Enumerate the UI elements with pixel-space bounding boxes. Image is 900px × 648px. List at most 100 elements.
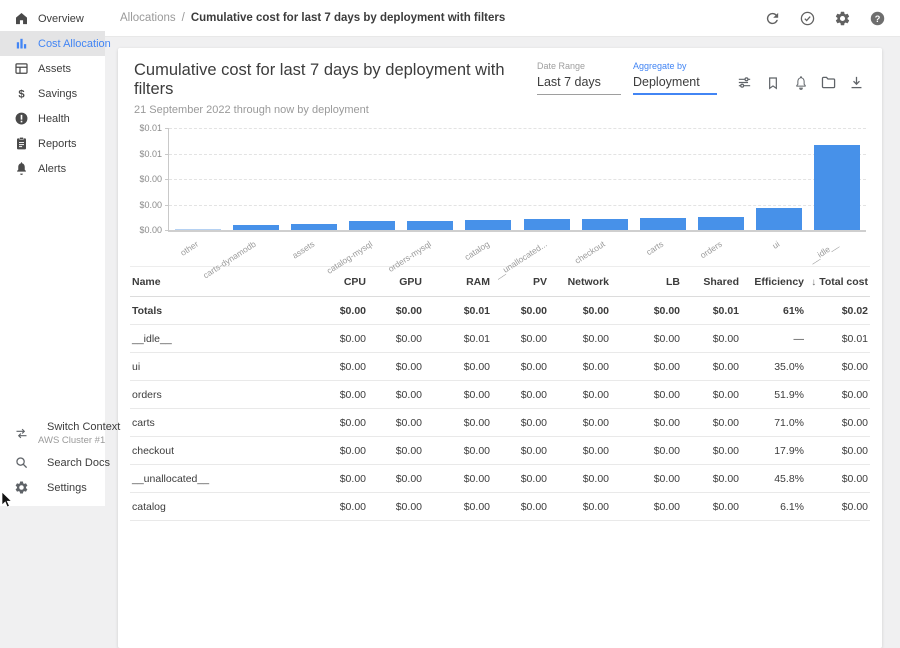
column-header-network[interactable]: Network [549,267,611,297]
bell-icon[interactable] [791,73,810,92]
page-title: Cumulative cost for last 7 days by deplo… [134,61,537,99]
cell-ram: $0.00 [424,465,492,493]
aggregate-by-value[interactable]: Deployment [633,71,717,95]
cell-gpu: $0.00 [368,493,424,521]
column-header-efficiency[interactable]: Efficiency [741,267,806,297]
refresh-icon[interactable] [763,9,781,27]
sidebar-item-label: Search Docs [47,457,110,469]
column-header-lb[interactable]: LB [611,267,682,297]
table-row-orders[interactable]: orders$0.00$0.00$0.00$0.00$0.00$0.00$0.0… [130,381,870,409]
breadcrumb-section[interactable]: Allocations [120,12,176,24]
cell-gpu: $0.00 [368,437,424,465]
sidebar: Overview Cost Allocation Assets$ Savings… [0,0,105,506]
y-tick-label: $0.00 [139,200,162,210]
breadcrumb-separator: / [182,12,185,24]
sidebar-item-label: Cost Allocation [38,38,111,50]
table-row-__unallocated__[interactable]: __unallocated__$0.00$0.00$0.00$0.00$0.00… [130,465,870,493]
tune-icon[interactable] [735,73,754,92]
cell-gpu: $0.00 [368,381,424,409]
table-row-catalog[interactable]: catalog$0.00$0.00$0.00$0.00$0.00$0.00$0.… [130,493,870,521]
cell-lb: $0.00 [611,381,682,409]
aggregate-by-label: Aggregate by [633,61,717,71]
x-tick-label: carts [644,239,665,257]
cell-name: carts [130,409,295,437]
bookmark-icon[interactable] [763,73,782,92]
sidebar-item-cost-allocation[interactable]: Cost Allocation [0,31,105,56]
error-circle-icon [13,111,29,127]
cell-network: $0.00 [549,297,611,325]
bar-carts[interactable] [640,218,686,230]
cell-name: Totals [130,297,295,325]
y-tick-label: $0.01 [139,123,162,133]
gear-icon[interactable] [833,9,851,27]
cell-gpu: $0.00 [368,409,424,437]
page-subtitle: 21 September 2022 through now by deploym… [134,104,537,116]
sidebar-item-switch-context[interactable]: Switch ContextAWS Cluster #1 [0,416,105,450]
cell-total-cost: $0.00 [806,437,870,465]
date-range-select[interactable]: Date Range Last 7 days [537,61,621,95]
svg-text:$: $ [18,88,25,100]
bar-catalog[interactable] [465,220,511,230]
cell-gpu: $0.00 [368,465,424,493]
sidebar-item-settings[interactable]: Settings [0,475,105,500]
cell-total-cost: $0.00 [806,409,870,437]
sidebar-item-label: Savings [38,88,77,100]
bar-ui[interactable] [756,208,802,230]
cell-lb: $0.00 [611,437,682,465]
sidebar-item-label: Overview [38,13,84,25]
cell-name: __unallocated__ [130,465,295,493]
sidebar-item-health[interactable]: Health [0,106,105,131]
table-row-checkout[interactable]: checkout$0.00$0.00$0.00$0.00$0.00$0.00$0… [130,437,870,465]
bar-__idle__[interactable] [814,145,860,230]
cell-lb: $0.00 [611,325,682,353]
aggregate-by-select[interactable]: Aggregate by Deployment [633,61,717,95]
table-row-ui[interactable]: ui$0.00$0.00$0.00$0.00$0.00$0.00$0.0035.… [130,353,870,381]
sidebar-item-savings[interactable]: $ Savings [0,81,105,106]
table-row-totals[interactable]: Totals$0.00$0.00$0.01$0.00$0.00$0.00$0.0… [130,297,870,325]
help-icon[interactable]: ? [868,9,886,27]
cell-network: $0.00 [549,381,611,409]
download-icon[interactable] [847,73,866,92]
cell-name: catalog [130,493,295,521]
bell-filled-icon [13,161,29,177]
sidebar-item-reports[interactable]: Reports [0,131,105,156]
bar-chart-icon [13,36,29,52]
column-header-shared[interactable]: Shared [682,267,741,297]
home-icon [13,11,29,27]
cell-cpu: $0.00 [295,381,368,409]
sidebar-item-search-docs[interactable]: Search Docs [0,450,105,475]
assets-grid-icon [13,61,29,77]
bar-checkout[interactable] [582,219,628,230]
table-row-__idle__[interactable]: __idle__$0.00$0.00$0.01$0.00$0.00$0.00$0… [130,325,870,353]
cell-efficiency: 17.9% [741,437,806,465]
date-range-value[interactable]: Last 7 days [537,71,621,95]
sidebar-item-alerts[interactable]: Alerts [0,156,105,181]
bar-orders-mysql[interactable] [407,221,453,230]
gear-icon [13,480,29,496]
sidebar-item-overview[interactable]: Overview [0,6,105,31]
folder-icon[interactable] [819,73,838,92]
table-row-carts[interactable]: carts$0.00$0.00$0.00$0.00$0.00$0.00$0.00… [130,409,870,437]
y-tick-label: $0.00 [139,174,162,184]
sidebar-item-label: Health [38,113,70,125]
cell-efficiency: 35.0% [741,353,806,381]
sidebar-item-label: Reports [38,138,77,150]
cell-lb: $0.00 [611,493,682,521]
column-header-ram[interactable]: RAM [424,267,492,297]
column-header-total-cost[interactable]: ↓Total cost [806,267,870,297]
report-card: Cumulative cost for last 7 days by deplo… [118,48,882,648]
bar-__unallocated__[interactable] [524,219,570,230]
cell-gpu: $0.00 [368,353,424,381]
cell-ram: $0.00 [424,493,492,521]
cell-total-cost: $0.00 [806,493,870,521]
cell-name: checkout [130,437,295,465]
y-tick-mark [165,154,169,155]
bar-orders[interactable] [698,217,744,230]
chart-bars [169,128,866,230]
sidebar-item-assets[interactable]: Assets [0,56,105,81]
cell-shared: $0.00 [682,437,741,465]
bar-catalog-mysql[interactable] [349,221,395,230]
check-circle-icon[interactable] [798,9,816,27]
cell-network: $0.00 [549,437,611,465]
x-tick-label: assets [290,239,316,261]
